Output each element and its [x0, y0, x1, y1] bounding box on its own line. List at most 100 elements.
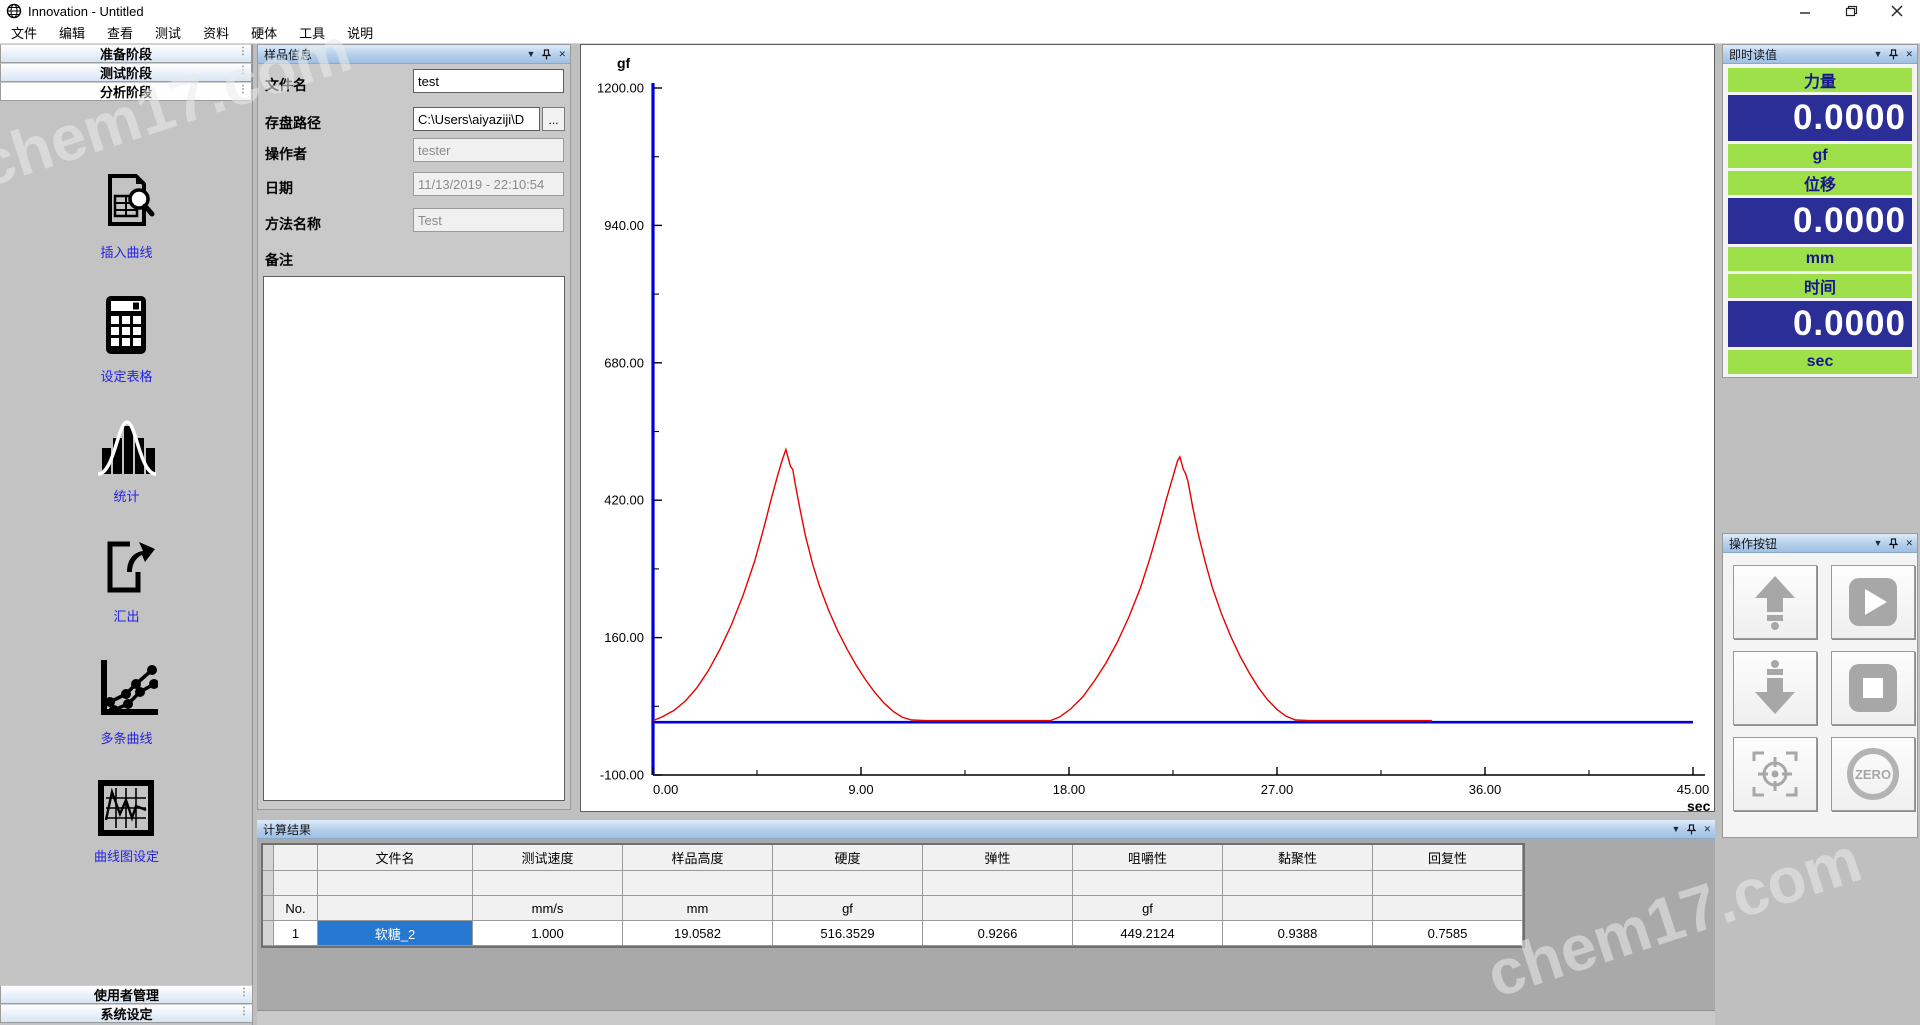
stage-button-prepare[interactable]: 准备阶段⋮	[0, 44, 252, 63]
chevron-down-icon[interactable]: ▼	[527, 49, 536, 59]
move-up-button[interactable]	[1733, 565, 1817, 639]
tool-insert-curve[interactable]: 插入曲线	[96, 172, 158, 261]
menu-file[interactable]: 文件	[0, 23, 48, 42]
tool-export[interactable]: 汇出	[97, 538, 157, 625]
grip-dots: ⋮	[238, 66, 248, 76]
svg-text:160.00: 160.00	[604, 630, 644, 645]
col-header[interactable]: 硬度	[773, 845, 923, 871]
displacement-unit: mm	[1728, 247, 1912, 271]
col-header[interactable]: 黏聚性	[1223, 845, 1373, 871]
multi-curve-icon	[96, 658, 158, 723]
menu-test[interactable]: 测试	[144, 23, 192, 42]
calculation-results-panel: 计算结果 ▼ ✕ 文件名 测试速度 样品高度 硬度 弹性 咀嚼性 黏聚性 回复性…	[257, 820, 1715, 1025]
svg-text:420.00: 420.00	[604, 493, 644, 508]
tool-multi-curve[interactable]: 多条曲线	[96, 658, 158, 747]
unit-cell: mm	[623, 896, 773, 921]
results-header: 计算结果 ▼ ✕	[257, 820, 1715, 839]
unit-cell: gf	[773, 896, 923, 921]
pin-icon[interactable]	[1687, 824, 1696, 835]
up-arrow-icon	[1749, 574, 1801, 630]
result-cell[interactable]: 1.000	[473, 921, 623, 946]
menu-hardware[interactable]: 硬体	[240, 23, 288, 42]
col-header[interactable]: 样品高度	[623, 845, 773, 871]
system-settings-button[interactable]: 系统设定⋮	[0, 1004, 253, 1023]
calculator-icon	[100, 294, 152, 361]
result-cell[interactable]: 516.3529	[773, 921, 923, 946]
menu-data[interactable]: 资料	[192, 23, 240, 42]
result-cell[interactable]: 449.2124	[1073, 921, 1223, 946]
stop-button[interactable]	[1831, 651, 1915, 725]
minimize-button[interactable]	[1782, 0, 1828, 22]
col-header[interactable]: 弹性	[923, 845, 1073, 871]
pin-icon[interactable]	[542, 49, 551, 60]
browse-button[interactable]: ...	[542, 107, 565, 131]
row-selector[interactable]	[263, 921, 274, 946]
user-management-button[interactable]: 使用者管理⋮	[0, 985, 253, 1004]
menu-view[interactable]: 查看	[96, 23, 144, 42]
svg-text:36.00: 36.00	[1469, 782, 1502, 797]
tool-set-table[interactable]: 设定表格	[100, 294, 152, 385]
zero-button[interactable]: ZERO	[1831, 737, 1915, 811]
chevron-down-icon[interactable]: ▼	[1874, 538, 1883, 548]
col-header[interactable]: 咀嚼性	[1073, 845, 1223, 871]
play-icon	[1847, 576, 1899, 628]
stage-button-analysis[interactable]: 分析阶段⋮	[0, 82, 252, 101]
app-window: Innovation - Untitled 文件 编辑 查看 测试 资料 硬体 …	[0, 0, 1920, 1025]
panel-title: 计算结果	[263, 821, 1672, 838]
close-panel-icon[interactable]: ✕	[1703, 824, 1711, 835]
close-panel-icon[interactable]: ✕	[558, 49, 566, 60]
pin-icon[interactable]	[1889, 538, 1898, 549]
sample-info-header: 样品信息 ▼ ✕	[258, 45, 570, 64]
chevron-down-icon[interactable]: ▼	[1672, 824, 1681, 834]
horizontal-scrollbar[interactable]	[257, 1010, 1715, 1025]
path-input[interactable]: C:\Users\aiyaziji\D	[413, 107, 540, 131]
tool-chart-settings[interactable]: 曲线图设定	[94, 780, 159, 865]
unit-cell	[923, 896, 1073, 921]
move-down-button[interactable]	[1733, 651, 1817, 725]
svg-text:ZERO: ZERO	[1855, 767, 1891, 782]
result-cell[interactable]: 0.9388	[1223, 921, 1373, 946]
pin-icon[interactable]	[1889, 49, 1898, 60]
menu-edit[interactable]: 编辑	[48, 23, 96, 42]
close-panel-icon[interactable]: ✕	[1905, 538, 1913, 549]
readings-header: 即时读值 ▼ ✕	[1723, 45, 1917, 64]
target-button[interactable]	[1733, 737, 1817, 811]
svg-text:0.00: 0.00	[653, 782, 678, 797]
results-table: 文件名 测试速度 样品高度 硬度 弹性 咀嚼性 黏聚性 回复性 No. mm/s…	[261, 843, 1525, 948]
menu-tools[interactable]: 工具	[288, 23, 336, 42]
force-unit: gf	[1728, 144, 1912, 168]
force-time-chart: 1200.00940.00680.00420.00160.00-100.000.…	[581, 45, 1714, 811]
svg-text:sec: sec	[1687, 798, 1711, 811]
svg-text:-100.00: -100.00	[600, 768, 644, 783]
close-button[interactable]	[1874, 0, 1920, 22]
unit-cell: mm/s	[473, 896, 623, 921]
tool-statistics[interactable]: 统计	[96, 418, 158, 505]
restore-button[interactable]	[1828, 0, 1874, 22]
svg-text:45.00: 45.00	[1677, 782, 1710, 797]
run-button[interactable]	[1831, 565, 1915, 639]
time-value: 0.0000	[1728, 301, 1912, 347]
stage-button-test[interactable]: 测试阶段⋮	[0, 63, 252, 82]
result-cell[interactable]: 19.0582	[623, 921, 773, 946]
grip-dots: ⋮	[239, 988, 249, 998]
result-cell[interactable]: 0.7585	[1373, 921, 1523, 946]
col-header[interactable]: 文件名	[318, 845, 473, 871]
panel-title: 样品信息	[264, 46, 527, 63]
close-panel-icon[interactable]: ✕	[1905, 49, 1913, 60]
remark-textarea[interactable]	[263, 276, 565, 801]
path-label: 存盘路径	[265, 113, 321, 133]
app-logo-icon	[6, 3, 22, 19]
col-header[interactable]: 测试速度	[473, 845, 623, 871]
sidebar: 准备阶段⋮ 测试阶段⋮ 分析阶段⋮ 插入曲线	[0, 44, 253, 1025]
col-header[interactable]: 回复性	[1373, 845, 1523, 871]
tool-label: 曲线图设定	[94, 846, 159, 865]
stop-icon	[1847, 662, 1899, 714]
chevron-down-icon[interactable]: ▼	[1874, 49, 1883, 59]
result-cell-filename[interactable]: 软糖_2	[318, 921, 473, 946]
time-label: 时间	[1728, 274, 1912, 298]
zero-icon: ZERO	[1845, 746, 1901, 802]
menu-help[interactable]: 说明	[336, 23, 384, 42]
displacement-value: 0.0000	[1728, 198, 1912, 244]
result-cell[interactable]: 0.9266	[923, 921, 1073, 946]
filename-input[interactable]: test	[413, 69, 564, 93]
